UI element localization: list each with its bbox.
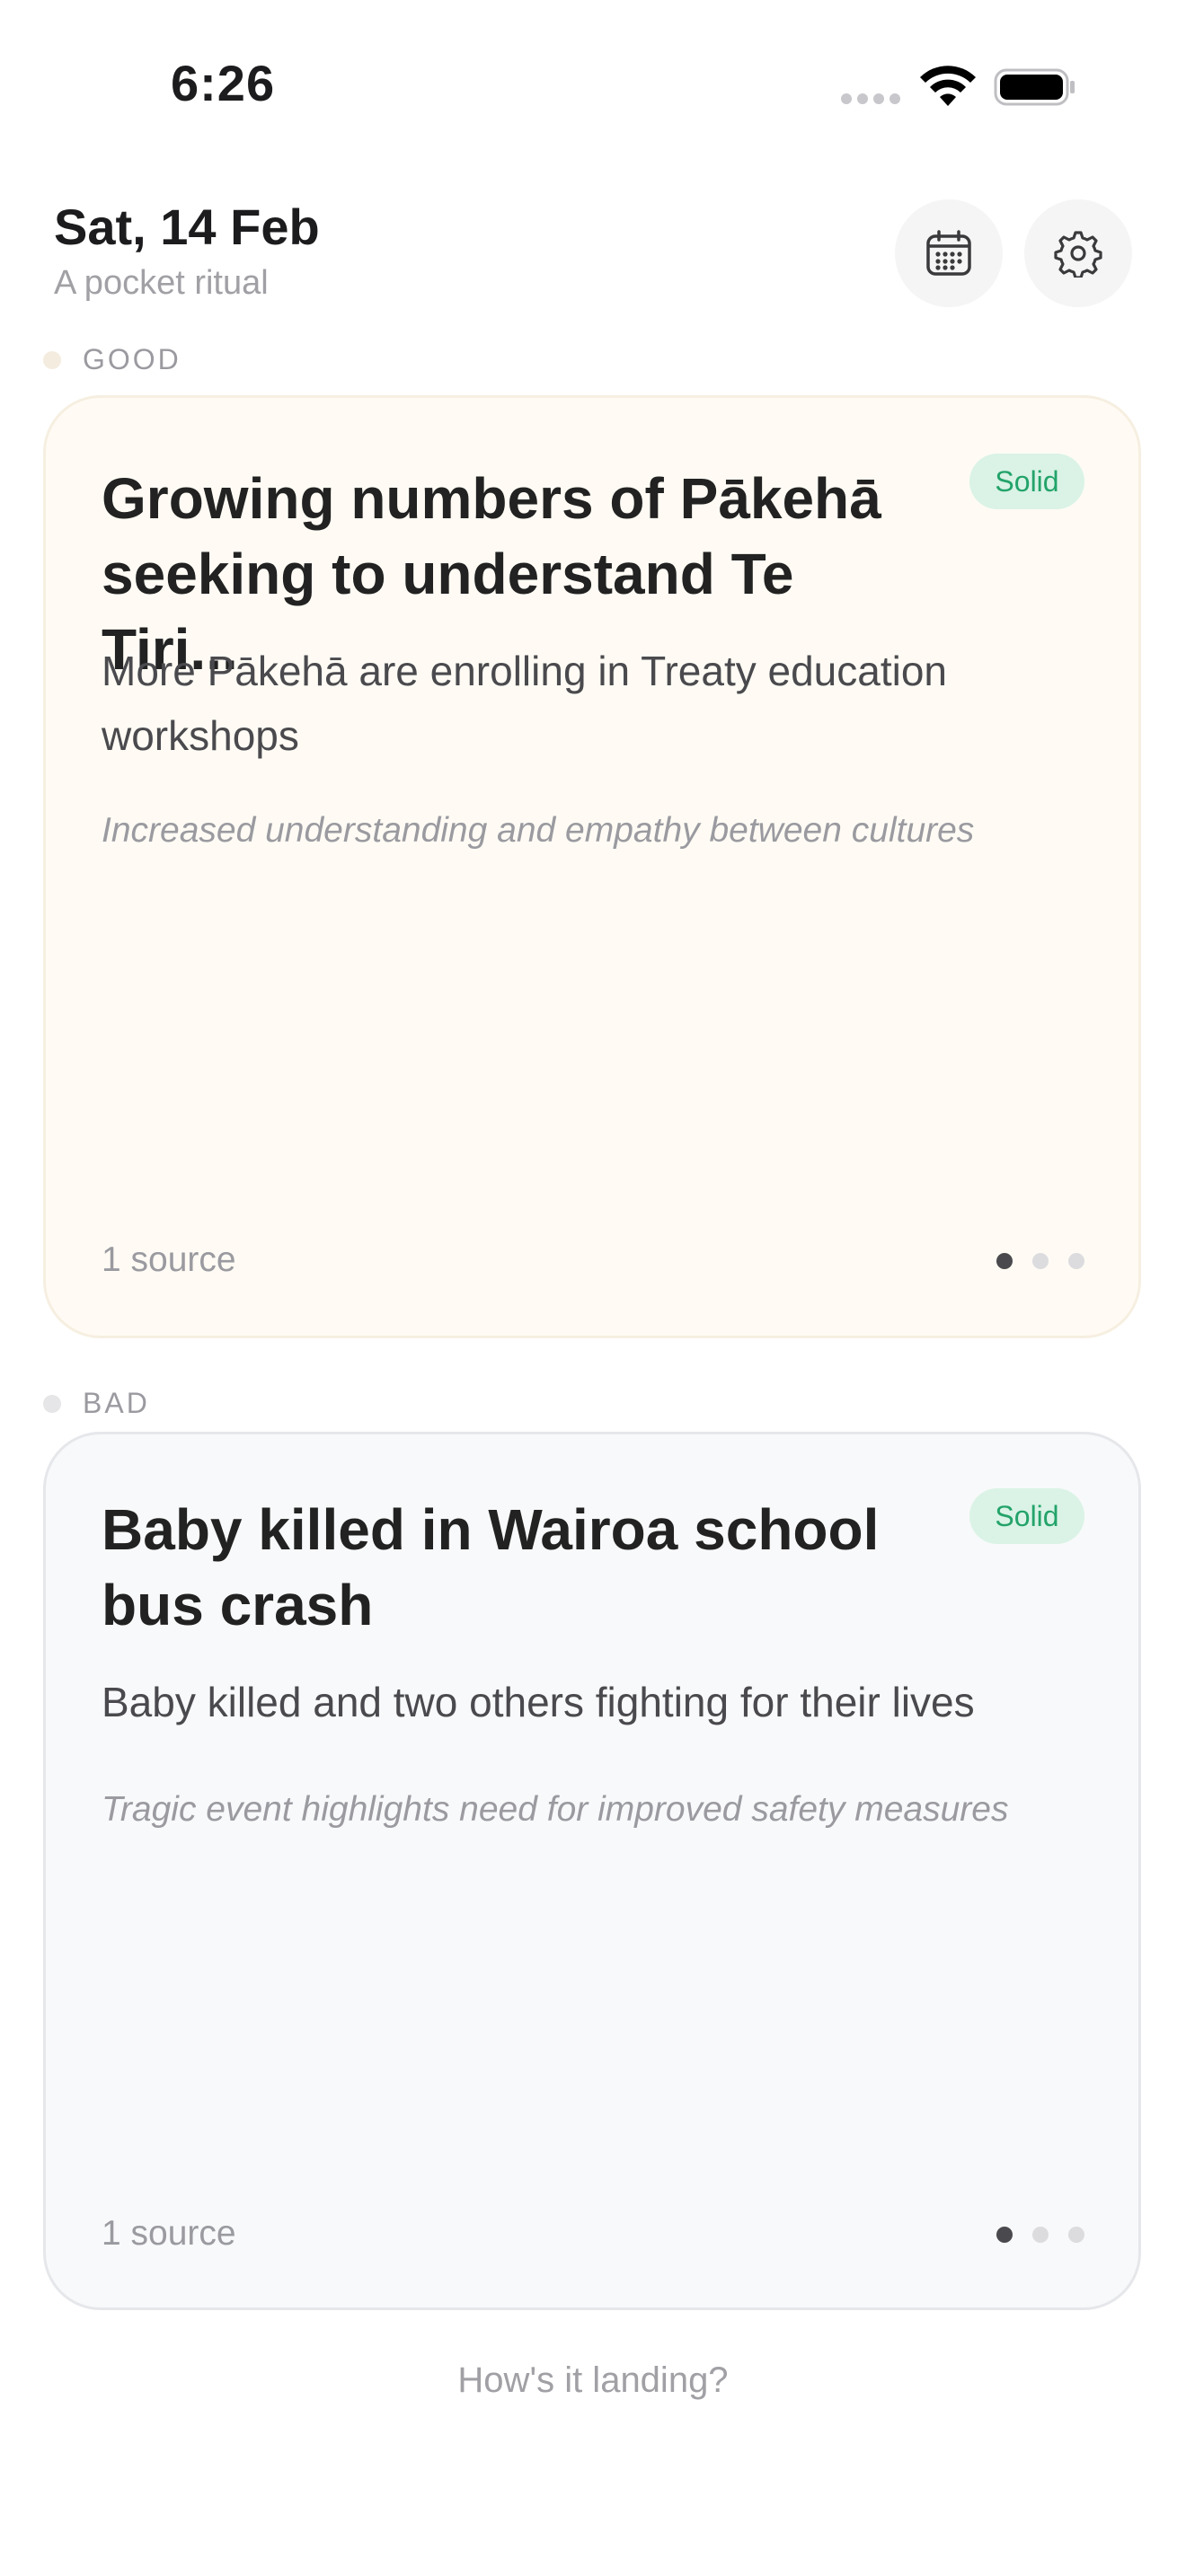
pager-dot[interactable] (1032, 2227, 1049, 2243)
battery-icon (994, 68, 1075, 106)
gear-icon (1054, 231, 1102, 278)
pager-dot[interactable] (1032, 1253, 1049, 1269)
pager-dot[interactable] (1068, 1253, 1084, 1269)
cellular-signal-icon (841, 93, 904, 106)
section-label-text: BAD (83, 1387, 150, 1419)
card-summary: Baby killed and two others fighting for … (102, 1679, 975, 1725)
card-summary: More Pākehā are enrolling in Treaty educ… (102, 648, 948, 759)
pager-dot[interactable] (996, 1253, 1013, 1269)
section-dot (43, 350, 61, 369)
card-pager[interactable] (977, 1253, 1084, 1269)
settings-button[interactable] (1024, 199, 1132, 307)
card-sources[interactable]: 1 source (102, 1240, 236, 1280)
page-subtitle: A pocket ritual (54, 264, 269, 302)
section-dot (43, 1394, 61, 1413)
pager-dot[interactable] (996, 2227, 1013, 2243)
confidence-badge: Solid (969, 454, 1084, 509)
calendar-icon (926, 230, 971, 276)
confidence-badge: Solid (969, 1488, 1084, 1544)
card-note: Tragic event highlights need for improve… (102, 1790, 1009, 1829)
feedback-prompt[interactable]: How's it landing? (0, 2360, 1186, 2401)
page-title: Sat, 14 Feb (54, 198, 320, 255)
card-sources[interactable]: 1 source (102, 2214, 236, 2254)
card-title: Baby killed in Wairoa school bus crash (102, 1497, 880, 1637)
wifi-icon (920, 66, 976, 106)
section-label-text: GOOD (83, 343, 181, 375)
calendar-button[interactable] (895, 199, 1003, 307)
status-time: 6:26 (171, 55, 276, 111)
card-pager[interactable] (977, 2227, 1084, 2243)
card-note: Increased understanding and empathy betw… (102, 811, 975, 850)
pager-dot[interactable] (1068, 2227, 1084, 2243)
section-label-bad: BAD (43, 1387, 150, 1420)
section-label-good: GOOD (43, 343, 181, 376)
story-card-good[interactable]: Growing numbers of Pākehā seeking to und… (43, 395, 1141, 1338)
story-card-bad[interactable]: Baby killed in Wairoa school bus crash S… (43, 1432, 1141, 2310)
